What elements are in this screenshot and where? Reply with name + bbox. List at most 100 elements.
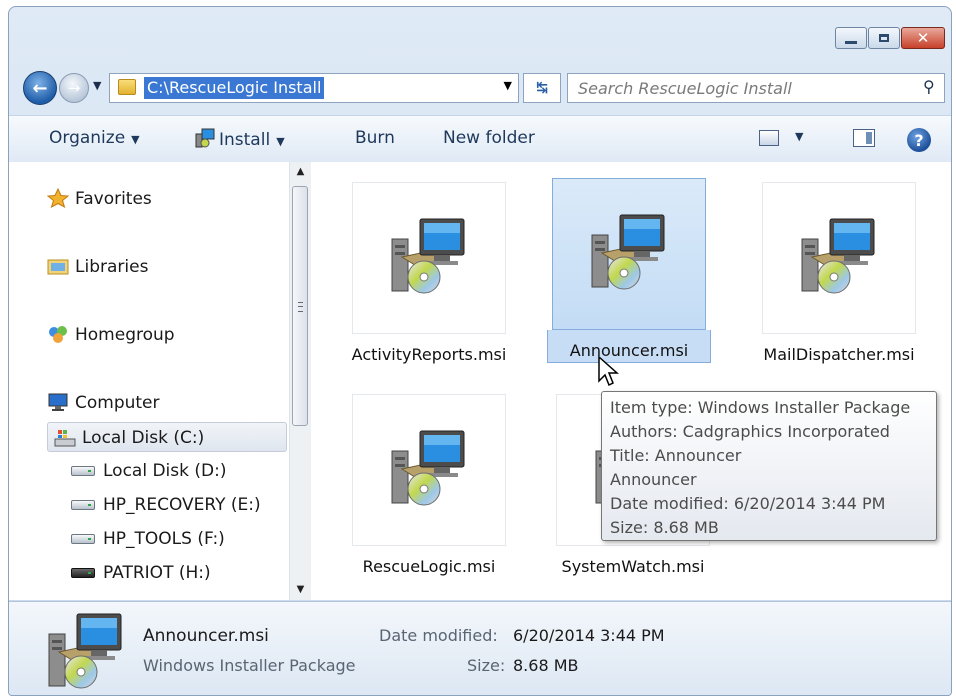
file-item-announcer[interactable]: Announcer.msi (547, 178, 711, 363)
nav-drive-e-label: HP_RECOVERY (E:) (103, 495, 261, 515)
file-name: SystemWatch.msi (561, 557, 705, 576)
file-thumbnail (552, 178, 706, 330)
tooltip-authors: Authors: Cadgraphics Incorporated (610, 422, 890, 441)
view-options-chevron-icon[interactable]: ▼ (795, 130, 803, 143)
scroll-thumb[interactable] (292, 186, 308, 426)
close-button[interactable]: ✕ (901, 27, 945, 49)
explorer-window: ✕ ← → ▼ C:\RescueLogic Install ▼ ↹ ⚲ Org… (8, 6, 952, 696)
address-bar[interactable]: C:\RescueLogic Install ▼ (109, 73, 519, 103)
navigation-pane: Favorites Libraries Homegroup Computer L… (9, 162, 289, 600)
organize-button[interactable]: Organize ▼ (49, 128, 140, 148)
tooltip-item-type: Item type: Windows Installer Package (610, 398, 911, 417)
recent-pages-button[interactable]: ▼ (93, 79, 101, 92)
libraries-icon (47, 259, 69, 275)
hard-drive-icon (71, 500, 95, 510)
details-size-label: Size: (467, 656, 506, 675)
windows-installer-package-icon (47, 612, 127, 692)
nav-drive-f[interactable]: HP_TOOLS (F:) (71, 524, 225, 554)
minimize-icon (845, 40, 857, 44)
nav-libraries[interactable]: Libraries (47, 252, 148, 282)
file-name: Announcer.msi (547, 330, 711, 363)
folder-icon (118, 79, 136, 95)
details-date-label: Date modified: (379, 626, 498, 645)
nav-drive-d[interactable]: Local Disk (D:) (71, 456, 226, 486)
file-item-activityreports[interactable]: ActivityReports.msi (347, 182, 511, 366)
back-button[interactable]: ← (23, 71, 57, 105)
nav-drive-e[interactable]: HP_RECOVERY (E:) (71, 490, 261, 520)
windows-installer-package-icon (390, 429, 470, 509)
address-path[interactable]: C:\RescueLogic Install (144, 77, 325, 99)
new-folder-button[interactable]: New folder (443, 128, 535, 148)
tooltip-title: Title: Announcer (610, 446, 742, 465)
tooltip-date-modified: Date modified: 6/20/2014 3:44 PM (610, 494, 886, 513)
windows-installer-package-icon (590, 213, 670, 293)
nav-favorites[interactable]: Favorites (47, 184, 152, 214)
tooltip-subject: Announcer (610, 470, 697, 489)
hard-drive-icon (71, 466, 95, 476)
chevron-down-icon: ▼ (131, 133, 140, 146)
command-bar: Organize ▼ Install ▼ Burn New folder ▼ ? (9, 115, 951, 163)
details-file-type: Windows Installer Package (143, 656, 356, 675)
details-date-value: 6/20/2014 3:44 PM (513, 626, 665, 645)
forward-button[interactable]: → (59, 73, 89, 103)
windows-installer-package-icon (800, 217, 880, 297)
back-arrow-icon: ← (32, 77, 48, 99)
file-name: RescueLogic.msi (362, 557, 496, 576)
file-thumbnail (352, 182, 506, 334)
nav-homegroup-label: Homegroup (75, 325, 175, 345)
nav-homegroup[interactable]: Homegroup (47, 320, 175, 350)
caption-buttons: ✕ (835, 27, 945, 49)
address-dropdown-icon[interactable]: ▼ (504, 79, 512, 92)
install-label: Install (219, 130, 271, 150)
nav-drive-f-label: HP_TOOLS (F:) (103, 529, 225, 549)
grip-icon (298, 302, 303, 312)
nav-scrollbar[interactable]: ▲ ▼ (289, 162, 311, 600)
nav-drive-h[interactable]: PATRIOT (H:) (71, 558, 211, 588)
maximize-button[interactable] (868, 27, 900, 49)
details-pane: Announcer.msi Windows Installer Package … (9, 601, 951, 695)
maximize-icon (879, 34, 889, 42)
hard-drive-icon (71, 534, 95, 544)
computer-icon (48, 393, 68, 411)
nav-favorites-label: Favorites (75, 189, 152, 209)
burn-button[interactable]: Burn (355, 128, 395, 148)
refresh-button[interactable]: ↹ (523, 73, 561, 103)
install-button[interactable]: Install ▼ (195, 128, 285, 150)
windows-installer-package-icon (390, 217, 470, 297)
details-file-name: Announcer.msi (143, 626, 269, 646)
nav-drive-c-label: Local Disk (C:) (82, 428, 205, 448)
windows-drive-icon (54, 430, 76, 447)
chevron-down-icon: ▼ (276, 135, 285, 148)
refresh-icon: ↹ (536, 80, 548, 96)
nav-drive-d-label: Local Disk (D:) (103, 461, 227, 481)
file-name: ActivityReports.msi (351, 345, 507, 364)
tooltip-size: Size: 8.68 MB (610, 518, 719, 537)
forward-arrow-icon: → (67, 79, 81, 97)
minimize-button[interactable] (835, 27, 867, 49)
nav-computer[interactable]: Computer (47, 388, 160, 418)
help-icon[interactable]: ? (907, 128, 931, 152)
file-tooltip: Item type: Windows Installer Package Aut… (601, 391, 937, 541)
scroll-up-icon[interactable]: ▲ (290, 162, 311, 182)
nav-computer-label: Computer (75, 393, 160, 413)
file-thumbnail (762, 182, 916, 334)
nav-drive-h-label: PATRIOT (H:) (103, 563, 211, 583)
organize-label: Organize (49, 128, 126, 148)
change-view-icon[interactable] (759, 130, 779, 146)
star-icon (47, 188, 69, 208)
nav-libraries-label: Libraries (75, 257, 149, 277)
details-size-value: 8.68 MB (513, 656, 579, 675)
install-icon (195, 128, 215, 148)
file-item-maildispatcher[interactable]: MailDispatcher.msi (757, 182, 921, 366)
search-icon[interactable]: ⚲ (923, 77, 935, 96)
preview-pane-icon[interactable] (853, 129, 875, 147)
search-input[interactable] (567, 73, 945, 103)
file-name: MailDispatcher.msi (763, 345, 915, 364)
mouse-cursor-icon (598, 355, 619, 387)
file-item-rescuelogic[interactable]: RescueLogic.msi (347, 394, 511, 578)
usb-drive-icon (71, 568, 95, 578)
homegroup-icon (49, 326, 67, 343)
scroll-down-icon[interactable]: ▼ (290, 580, 311, 600)
close-icon: ✕ (916, 28, 930, 47)
nav-drive-c[interactable]: Local Disk (C:) (47, 422, 287, 452)
